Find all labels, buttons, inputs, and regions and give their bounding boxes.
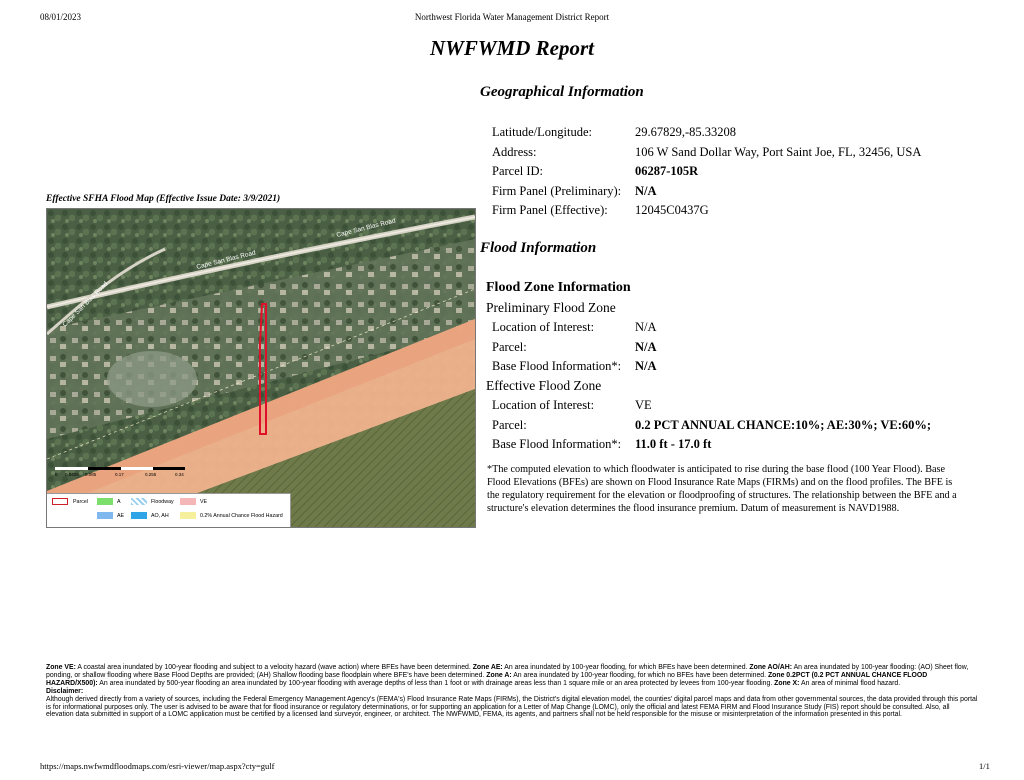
effective-label-parcel: Parcel: <box>492 418 527 432</box>
zone-a-label: Zone A: <box>486 671 512 679</box>
page-number: 1/1 <box>979 761 990 771</box>
zone-definitions: Zone VE: A coastal area inundated by 100… <box>46 664 978 719</box>
effective-label-location: Location of Interest: <box>492 398 595 412</box>
flood-map[interactable]: Cape San Blas Road Cape San Blas Road Ca… <box>46 208 476 528</box>
legend-label-a: A <box>117 499 121 505</box>
legend-swatch-ae <box>97 512 113 519</box>
geographical-info-title: Geographical Information <box>480 84 644 100</box>
page-header-title: Northwest Florida Water Management Distr… <box>414 12 610 22</box>
disclaimer-label: Disclaimer: <box>46 687 84 695</box>
zone-ae-label: Zone AE: <box>472 664 503 671</box>
flood-map-image: Cape San Blas Road Cape San Blas Road Ca… <box>47 209 475 527</box>
legend-swatch-ao-ah <box>131 512 147 519</box>
effective-value-location: VE <box>635 398 652 412</box>
effective-zone-heading: Effective Flood Zone <box>486 378 602 393</box>
prelim-label-location: Location of Interest: <box>492 320 595 334</box>
scale-label-1: 0.0425 <box>65 472 79 477</box>
legend-swatch-02pct <box>180 512 196 519</box>
legend-swatch-floodway <box>131 498 147 505</box>
geo-value-parcel-id: 06287-105R <box>635 164 699 178</box>
scale-label-3: 0.17 <box>115 472 124 477</box>
legend-swatch-a <box>97 498 113 505</box>
zone-02pct-text: An area inundated by 500-year flooding a… <box>97 679 775 687</box>
legend-swatch-ve <box>180 498 196 505</box>
zone-ae-text: An area inundated by 100-year flooding, … <box>502 664 750 671</box>
flood-info-title: Flood Information <box>480 240 597 256</box>
map-legend: Parcel A Floodway VE AE AO, AH 0.2% Annu… <box>47 493 291 527</box>
zone-x-text: An area of minimal flood hazard. <box>799 679 901 687</box>
prelim-value-bfe: N/A <box>635 359 657 373</box>
geo-label-address: Address: <box>492 145 537 159</box>
geo-value-address: 106 W Sand Dollar Way, Port Saint Joe, F… <box>635 145 922 159</box>
geo-label-latlon: Latitude/Longitude: <box>492 125 592 139</box>
map-caption: Effective SFHA Flood Map (Effective Issu… <box>46 194 281 204</box>
flood-zone-info-heading: Flood Zone Information <box>486 280 631 295</box>
source-url: https://maps.nwfwmdfloodmaps.com/esri-vi… <box>40 761 275 771</box>
effective-value-bfe: 11.0 ft - 17.0 ft <box>635 437 712 451</box>
geo-label-firm-effective: Firm Panel (Effective): <box>492 203 608 217</box>
legend-label-02pct: 0.2% Annual Chance Flood Hazard <box>200 513 283 519</box>
disclaimer-text: Although derived directly from a variety… <box>46 695 978 719</box>
scale-label-5: 0.34 <box>175 472 184 477</box>
legend-label-floodway: Floodway <box>151 499 174 505</box>
geo-label-firm-prelim: Firm Panel (Preliminary): <box>492 184 622 198</box>
legend-label-parcel: Parcel <box>73 499 89 505</box>
effective-label-bfe: Base Flood Information*: <box>492 437 622 451</box>
zone-x-label: Zone X: <box>774 679 800 687</box>
legend-label-ve: VE <box>200 499 208 505</box>
report-title: NWFWMD Report <box>430 36 594 60</box>
geo-value-firm-effective: 12045C0437G <box>635 203 709 217</box>
prelim-label-bfe: Base Flood Information*: <box>492 359 622 373</box>
prelim-value-parcel: N/A <box>635 340 657 354</box>
bfe-footnote: *The computed elevation to which floodwa… <box>487 464 957 514</box>
zone-a-text: An area inundated by 100-year flooding, … <box>511 671 768 679</box>
zone-ve-text: A coastal area inundated by 100-year flo… <box>75 664 473 671</box>
zone-ve-label: Zone VE: <box>46 664 76 671</box>
legend-label-ae: AE <box>117 513 125 519</box>
preliminary-zone-heading: Preliminary Flood Zone <box>486 300 616 315</box>
prelim-value-location: N/A <box>635 320 657 334</box>
zone-aoah-label: Zone AO/AH: <box>749 664 793 671</box>
geo-value-firm-prelim: N/A <box>635 184 657 198</box>
prelim-label-parcel: Parcel: <box>492 340 527 354</box>
legend-label-ao-ah: AO, AH <box>151 513 169 519</box>
scale-label-2: 0.085 <box>85 472 97 477</box>
legend-swatch-parcel <box>52 498 68 505</box>
geo-value-latlon: 29.67829,-85.33208 <box>635 125 737 139</box>
effective-value-parcel: 0.2 PCT ANNUAL CHANCE:10%; AE:30%; VE:60… <box>635 418 932 432</box>
scale-label-4: 0.255 <box>145 472 157 477</box>
geo-label-parcel-id: Parcel ID: <box>492 164 544 178</box>
